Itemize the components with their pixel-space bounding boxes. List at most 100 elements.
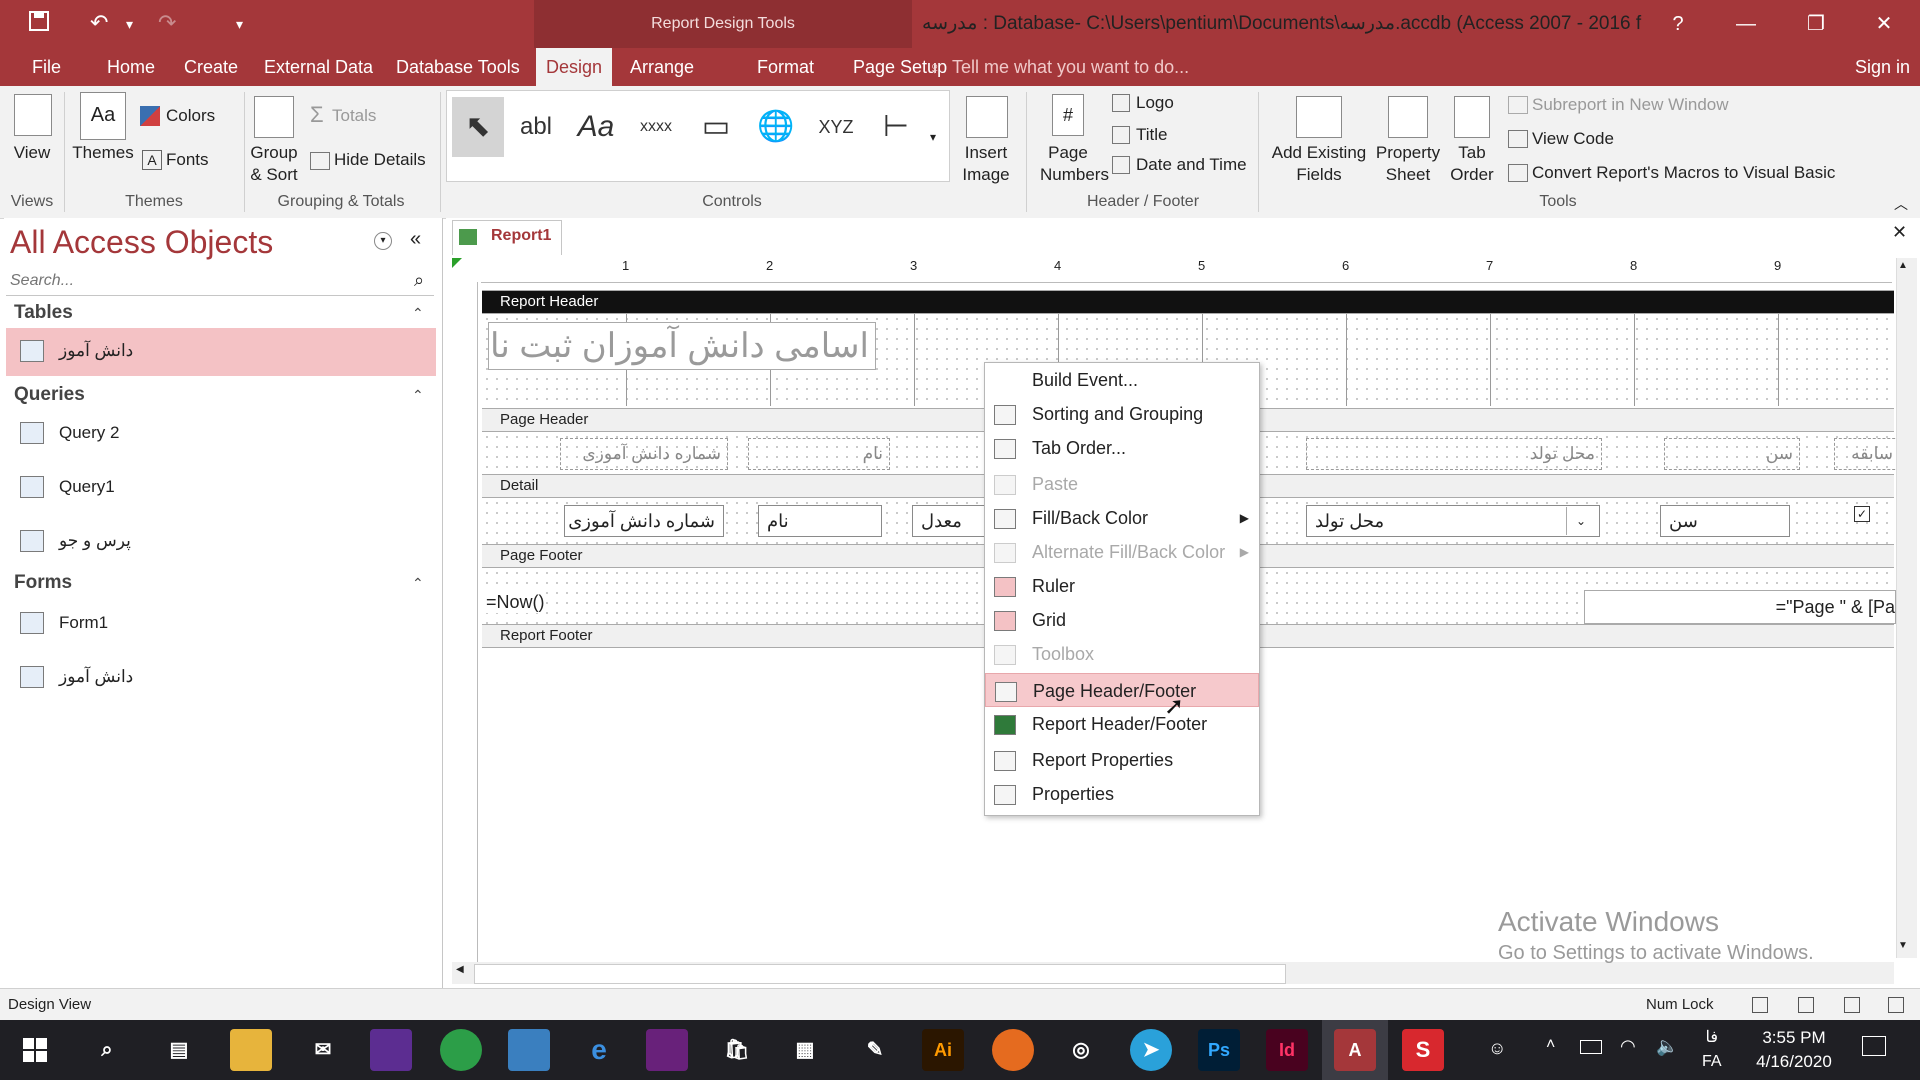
store-icon[interactable]: 🛍 xyxy=(716,1029,758,1071)
wifi-icon[interactable]: ◠ xyxy=(1620,1036,1636,1057)
nav-section-queries[interactable]: Queries xyxy=(14,384,85,406)
menu-item-tab-order[interactable]: Tab Order... xyxy=(985,431,1259,465)
field-birthplace[interactable]: محل تولد xyxy=(1306,505,1600,537)
header-label-history[interactable]: سابقه xyxy=(1834,438,1900,470)
wps-icon[interactable]: S xyxy=(1402,1029,1444,1071)
mail-icon[interactable]: ✉ xyxy=(302,1029,344,1071)
view-button[interactable]: View xyxy=(10,142,54,164)
menu-item-sorting-grouping[interactable]: Sorting and Grouping xyxy=(985,397,1259,431)
menu-item-grid[interactable]: Grid xyxy=(985,603,1259,637)
date-time-button[interactable]: Date and Time xyxy=(1136,154,1247,176)
tell-me-input[interactable]: Tell me what you want to do... xyxy=(952,48,1189,86)
logo-button[interactable]: Logo xyxy=(1136,92,1174,114)
tab-create[interactable]: Create xyxy=(174,48,248,86)
clock[interactable]: 3:55 PM 4/16/2020 xyxy=(1748,1026,1840,1074)
calculator-icon[interactable]: ▦ xyxy=(784,1029,826,1071)
group-sort-button[interactable]: Group & Sort xyxy=(246,142,302,186)
view-icon[interactable] xyxy=(14,94,52,136)
tab-format[interactable]: Format xyxy=(747,48,824,86)
section-report-header[interactable]: Report Header xyxy=(482,290,1894,314)
menu-item-page-header-footer[interactable]: Page Header/Footer xyxy=(985,673,1259,707)
add-existing-fields-button[interactable]: Add Existing Fields xyxy=(1268,142,1370,186)
page-numbers-button[interactable]: Page Numbers xyxy=(1040,142,1109,186)
inkscape-icon[interactable]: ◎ xyxy=(1060,1029,1102,1071)
insert-image-icon[interactable] xyxy=(966,96,1008,138)
header-label-birthplace[interactable]: محل تولد xyxy=(1306,438,1602,470)
vertical-ruler[interactable] xyxy=(452,282,478,962)
collapse-section-icon[interactable]: ⌃ xyxy=(412,387,424,404)
collapse-nav-icon[interactable]: « xyxy=(410,228,421,251)
telegram-icon[interactable]: ➤ xyxy=(1130,1029,1172,1071)
header-label-age[interactable]: سن xyxy=(1664,438,1800,470)
tab-report1[interactable]: Report1 xyxy=(452,220,562,255)
people-icon[interactable]: ☺ xyxy=(1488,1038,1506,1059)
notifications-icon[interactable] xyxy=(1862,1036,1886,1056)
gallery-more-icon[interactable]: ▾ xyxy=(930,130,936,144)
undo-dropdown-icon[interactable]: ▾ xyxy=(126,16,133,33)
combo-dropdown-icon[interactable]: ⌄ xyxy=(1566,507,1595,535)
nav-title[interactable]: All Access Objects xyxy=(10,224,273,261)
button-control[interactable]: xxxx xyxy=(630,97,682,157)
menu-item-build-event[interactable]: Build Event... xyxy=(985,363,1259,397)
menu-item-report-properties[interactable]: Report Properties xyxy=(985,743,1259,777)
tab-arrange[interactable]: Arrange xyxy=(620,48,704,86)
colors-button[interactable]: Colors xyxy=(166,105,215,127)
property-sheet-button[interactable]: Property Sheet xyxy=(1372,142,1444,186)
header-label-name[interactable]: نام xyxy=(748,438,890,470)
scroll-left-icon[interactable]: ◀ xyxy=(456,964,464,975)
tab-order-button[interactable]: Tab Order xyxy=(1448,142,1496,186)
fonts-button[interactable]: Fonts xyxy=(166,149,209,171)
visual-studio-purple-icon[interactable] xyxy=(370,1029,412,1071)
option-group-control[interactable]: XYZ xyxy=(810,97,862,157)
collapse-section-icon[interactable]: ⌃ xyxy=(412,575,424,592)
insert-image-button[interactable]: Insert Image xyxy=(952,142,1020,186)
close-button[interactable]: ✕ xyxy=(1852,0,1916,48)
tab-database-tools[interactable]: Database Tools xyxy=(386,48,530,86)
tab-order-icon[interactable] xyxy=(1454,96,1490,138)
customize-qat-icon[interactable]: ▾ xyxy=(236,16,243,33)
horizontal-ruler[interactable] xyxy=(481,258,1892,283)
checkbox-history[interactable]: ✓ xyxy=(1854,506,1870,522)
remote-desktop-icon[interactable] xyxy=(508,1029,550,1071)
page-numbers-icon[interactable]: # xyxy=(1052,94,1084,136)
footer-page-field[interactable]: ="Page " & [Pa xyxy=(1584,590,1896,624)
edge-icon[interactable]: e xyxy=(578,1029,620,1071)
tray-chevron-icon[interactable]: ˄ xyxy=(1546,1036,1555,1054)
visual-studio-icon[interactable] xyxy=(646,1029,688,1071)
restore-button[interactable]: ❐ xyxy=(1784,0,1848,48)
hide-details-button[interactable]: Hide Details xyxy=(334,149,426,171)
horizontal-scroll-thumb[interactable] xyxy=(474,964,1286,984)
nav-item-table[interactable]: دانش آموز xyxy=(6,328,436,376)
field-student-id[interactable]: شماره دانش آموزی xyxy=(564,505,724,537)
access-icon[interactable]: A xyxy=(1334,1029,1376,1071)
menu-item-report-header-footer[interactable]: Report Header/Footer xyxy=(985,707,1259,741)
ruler-corner[interactable] xyxy=(452,258,477,282)
tab-file[interactable]: File xyxy=(22,48,71,86)
tab-control[interactable]: ▭ xyxy=(690,97,742,157)
property-sheet-icon[interactable] xyxy=(1388,96,1428,138)
group-sort-icon[interactable] xyxy=(254,96,294,138)
nav-item-form[interactable]: Form1 xyxy=(6,600,436,648)
select-control[interactable]: ⬉ xyxy=(452,97,504,157)
battery-icon[interactable] xyxy=(1580,1040,1602,1054)
close-document-icon[interactable]: ✕ xyxy=(1892,222,1907,243)
nav-item-form[interactable]: دانش آموز xyxy=(6,654,436,702)
help-button[interactable]: ? xyxy=(1646,0,1710,48)
tab-design[interactable]: Design xyxy=(536,48,613,86)
select-report-icon[interactable] xyxy=(452,258,462,268)
hyperlink-control[interactable]: 🌐 xyxy=(750,97,802,157)
page-break-control[interactable]: ⊢ xyxy=(870,97,922,157)
save-icon[interactable] xyxy=(28,10,50,38)
nav-menu-icon[interactable]: ▾ xyxy=(374,232,392,250)
file-explorer-icon[interactable] xyxy=(230,1029,272,1071)
nav-section-tables[interactable]: Tables xyxy=(14,302,73,324)
photoshop-icon[interactable]: Ps xyxy=(1198,1029,1240,1071)
vertical-scrollbar[interactable] xyxy=(1896,258,1917,958)
indesign-icon[interactable]: Id xyxy=(1266,1029,1308,1071)
design-view-icon[interactable] xyxy=(1888,997,1904,1013)
add-existing-fields-icon[interactable] xyxy=(1296,96,1342,138)
collapse-section-icon[interactable]: ⌃ xyxy=(412,305,424,322)
scroll-up-icon[interactable]: ▲ xyxy=(1898,260,1908,271)
nav-item-query[interactable]: پرس و جو xyxy=(6,518,436,566)
field-name[interactable]: نام xyxy=(758,505,882,537)
